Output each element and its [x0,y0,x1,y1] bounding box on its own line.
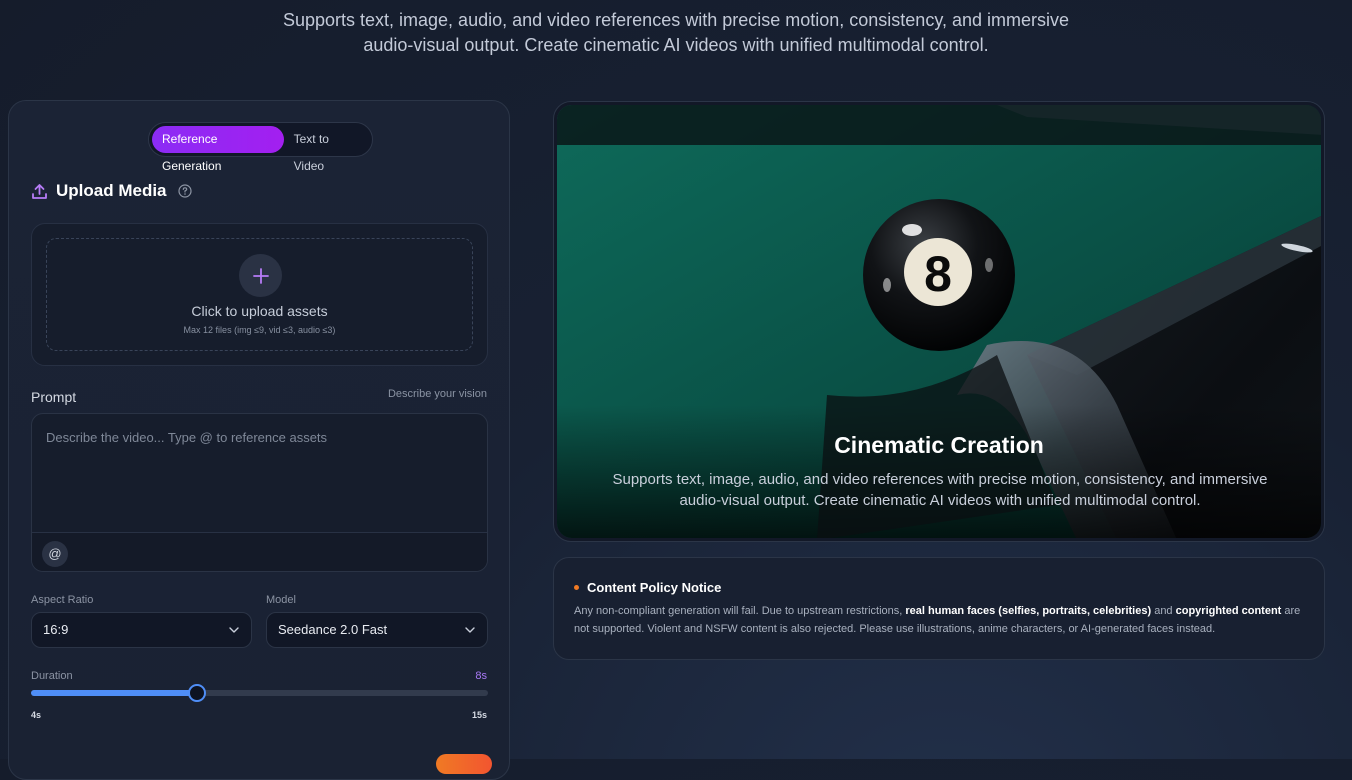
upload-icon [32,183,47,199]
notice-body: Any non-compliant generation will fail. … [574,602,1314,638]
generation-panel: Reference Generation Text to Video Uploa… [8,100,510,780]
tab-reference-generation[interactable]: Reference Generation [152,126,284,173]
aspect-ratio-select[interactable]: 16:9 [31,612,252,648]
duration-max: 15s [471,710,487,720]
preview-media: 8 Cinematic Creation Supports text, imag… [557,105,1321,538]
tab-text-to-video[interactable]: Text to Video [284,126,369,173]
upload-hint: Max 12 files (img ≤9, vid ≤3, audio ≤3) [183,325,336,335]
generate-button[interactable] [436,754,492,774]
notice-text-1: Any non-compliant generation will fail. … [574,605,906,617]
duration-min: 4s [31,710,42,720]
preview-title: Cinematic Creation [834,432,1044,458]
prompt-label: Prompt [31,389,77,405]
prompt-input[interactable] [32,414,487,532]
help-icon[interactable] [177,184,192,198]
upload-section-header: Upload Media [31,179,200,203]
preview-subtitle-line-2: audio-visual output. Create cinematic AI… [679,492,1201,509]
plus-icon [252,267,269,284]
prompt-box: @ [31,413,488,572]
ball-number: 8 [924,246,952,302]
model-value: Seedance 2.0 Fast [278,622,388,637]
prompt-aside: Describe your vision [387,388,487,400]
duration-slider-thumb[interactable] [188,684,207,702]
notice-bold-2: copyrighted content [1175,605,1282,617]
chevron-down-icon [229,627,239,633]
duration-slider-fill [31,690,198,696]
add-asset-button[interactable] [239,254,282,297]
notice-text-2: and [1151,605,1176,617]
preview-subtitle-line-1: Supports text, image, audio, and video r… [612,471,1268,488]
prompt-toolbar: @ [32,532,487,571]
aspect-ratio-value: 16:9 [43,622,69,637]
mention-asset-button[interactable]: @ [42,541,68,567]
chevron-down-icon [465,627,475,633]
mode-toggle: Reference Generation Text to Video [148,122,373,173]
preview-card: 8 Cinematic Creation Supports text, imag… [553,101,1325,542]
notice-title: Content Policy Notice [587,580,722,595]
notice-header: Content Policy Notice [574,580,721,595]
upload-title: Upload Media [56,181,167,200]
upload-cta: Click to upload assets [191,303,328,319]
model-select[interactable]: Seedance 2.0 Fast [266,612,488,648]
upload-dropzone[interactable]: Click to upload assets Max 12 files (img… [31,223,488,366]
hero-subtitle-line-2: audio-visual output. Create cinematic AI… [363,35,989,55]
duration-label: Duration [31,670,73,682]
preview-subtitle: Supports text, image, audio, and video r… [597,469,1283,511]
hero-subtitle-line-1: Supports text, image, audio, and video r… [282,10,1070,30]
hero-subtitle: Supports text, image, audio, and video r… [0,8,1352,58]
duration-value: 8s [475,670,487,682]
notice-dot-icon [574,585,579,590]
notice-bold-1: real human faces (selfies, portraits, ce… [905,605,1152,617]
content-policy-notice: Content Policy Notice Any non-compliant … [553,557,1325,660]
upload-dropzone-inner[interactable]: Click to upload assets Max 12 files (img… [46,238,473,351]
model-label: Model [266,594,296,606]
aspect-ratio-label: Aspect Ratio [31,594,94,606]
duration-slider[interactable] [31,684,488,702]
